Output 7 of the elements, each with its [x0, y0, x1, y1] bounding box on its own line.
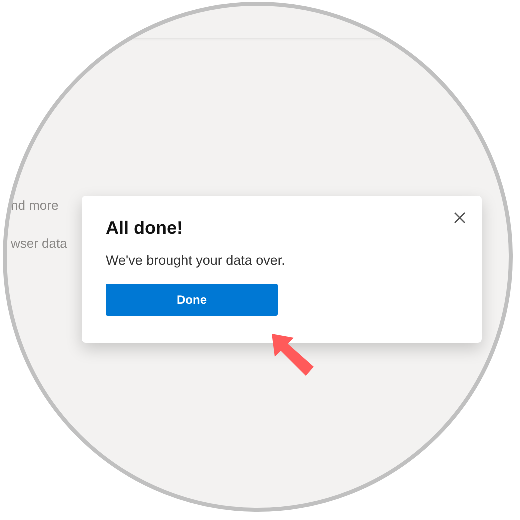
dialog-message: We've brought your data over.	[106, 253, 286, 268]
menu-text: wser data	[11, 236, 68, 251]
close-icon[interactable]	[454, 212, 466, 224]
dialog-title: All done!	[106, 218, 183, 239]
menu-text: nd more	[11, 198, 60, 213]
done-button[interactable]: Done	[106, 284, 278, 316]
pointer-arrow	[271, 333, 315, 377]
